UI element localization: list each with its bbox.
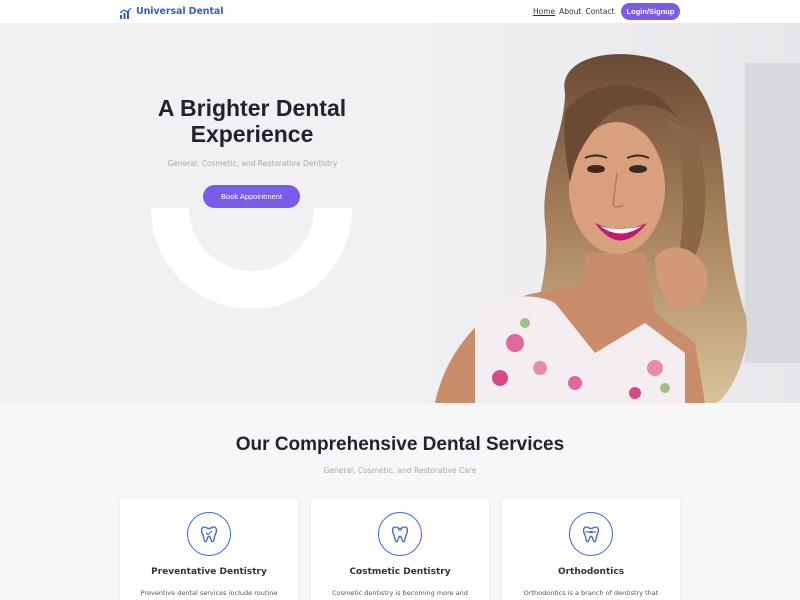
nav-about-link[interactable]: About — [559, 7, 581, 16]
hero-title-line1: A Brighter Dental — [157, 95, 347, 121]
login-signup-button[interactable]: Login/Signup — [621, 3, 680, 20]
service-card-orthodontics[interactable]: Orthodontics Orthodontics is a branch of… — [502, 498, 680, 600]
hero-portrait-image — [415, 23, 800, 403]
card-title: Orthodontics — [557, 567, 625, 577]
hero-subtitle: General, Cosmetic, and Restorative Denti… — [167, 159, 338, 168]
decorative-arc — [151, 208, 352, 308]
nav-home-link[interactable]: Home — [533, 7, 555, 16]
hero-section: A Brighter Dental Experience General, Co… — [0, 23, 800, 403]
brand-logo[interactable]: Universal Dental — [119, 5, 224, 19]
card-title: Costmetic Dentistry — [349, 567, 451, 577]
chart-logo-icon — [119, 5, 132, 19]
nav-links: Home About Contact — [533, 7, 615, 16]
tooth-icon — [187, 512, 231, 556]
hero-title: A Brighter Dental Experience — [122, 95, 382, 147]
navbar: Universal Dental Home About Contact Logi… — [0, 0, 800, 23]
brand-name: Universal Dental — [136, 6, 224, 17]
card-text: Preventive dental services include routi… — [140, 589, 278, 597]
card-text: Orthodontics is a branch of dentistry th… — [523, 589, 659, 597]
book-appointment-button[interactable]: Book Appointment — [203, 185, 300, 208]
service-card-cosmetic[interactable]: Costmetic Dentistry Cosmetic dentistry i… — [311, 498, 489, 600]
service-card-preventative[interactable]: Preventative Dentistry Preventive dental… — [120, 498, 298, 600]
card-text: Cosmetic dentistry is becoming more and — [332, 589, 468, 597]
tooth-icon — [569, 512, 613, 556]
services-subtitle: General, Cosmetic, and Restorative Care — [323, 466, 477, 475]
hero-title-line2: Experience — [190, 121, 314, 147]
services-title: Our Comprehensive Dental Services — [235, 434, 565, 455]
tooth-icon — [378, 512, 422, 556]
nav-contact-link[interactable]: Contact — [585, 7, 614, 16]
card-title: Preventative Dentistry — [151, 567, 267, 577]
